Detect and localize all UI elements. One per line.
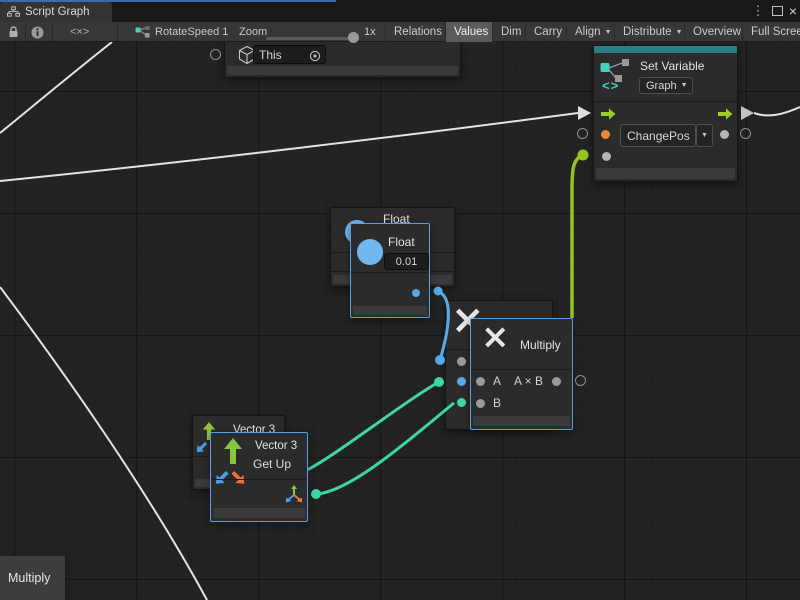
vector3-output-port[interactable] — [285, 485, 303, 503]
float-value-input[interactable]: 0.01 — [384, 253, 429, 270]
input-port-a[interactable] — [476, 377, 485, 386]
toolbar-button-align[interactable]: Align▼ — [566, 22, 614, 42]
node-separator — [594, 101, 737, 102]
node-footer — [473, 416, 570, 426]
vector3-left-arrow-icon — [195, 441, 208, 454]
variable-name-port[interactable] — [601, 130, 610, 139]
chevron-down-icon: ▼ — [681, 82, 688, 89]
graph-name-label: RotateSpeed 1 — [155, 22, 228, 42]
node-multiply[interactable]: × Multiply A A × B B — [470, 318, 573, 430]
variable-select-dropdown[interactable]: ChangePos — [620, 124, 696, 147]
graph-tab-icon — [7, 6, 20, 18]
variable-kind-dropdown[interactable]: Graph ▼ — [639, 77, 693, 94]
node-subtitle: Get Up — [253, 457, 291, 471]
code-brackets-icon: <> — [602, 78, 619, 93]
value-input-port[interactable] — [602, 152, 611, 161]
toolbar-button-carry[interactable]: Carry — [525, 22, 566, 42]
control-output-port[interactable] — [718, 108, 733, 120]
api-toggle-button[interactable]: <×> — [70, 22, 89, 42]
unconnected-port-ring[interactable] — [740, 128, 751, 139]
toolbar-separator — [25, 23, 26, 41]
toolbar-button-full-screen[interactable]: Full Screen — [742, 22, 800, 42]
window-close-button[interactable]: × — [786, 0, 800, 22]
maximize-icon — [772, 6, 783, 16]
input-port-b[interactable] — [476, 399, 485, 408]
variable-output-port[interactable] — [720, 130, 729, 139]
kebab-menu-icon: ⋮ — [752, 3, 765, 19]
toolbar-button-dim[interactable]: Dim — [492, 22, 525, 42]
toolbar-button-values[interactable]: Values — [445, 22, 492, 42]
chevron-down-icon: ▼ — [605, 29, 612, 36]
tab-script-graph[interactable]: Script Graph — [0, 2, 112, 22]
window-maximize-button[interactable] — [768, 0, 786, 22]
multiply-back-port-connected-float[interactable] — [457, 377, 466, 386]
multiply-icon: × — [481, 317, 510, 357]
node-float[interactable]: Float 0.01 — [350, 223, 430, 318]
node-get-up[interactable]: Vector 3 Get Up — [210, 432, 308, 522]
toolbar-button-relations[interactable]: Relations — [385, 22, 445, 42]
toolbar-button-overview[interactable]: Overview — [684, 22, 742, 42]
node-footer — [596, 168, 735, 179]
toolbar-button-distribute[interactable]: Distribute▼ — [614, 22, 684, 42]
port-label-a-times-b: A × B — [514, 374, 543, 388]
lock-button[interactable] — [4, 22, 22, 42]
node-title: Set Variable — [640, 59, 704, 73]
multiply-back-port-a[interactable] — [457, 357, 466, 366]
node-separator — [351, 272, 429, 273]
chevron-down-icon: ▼ — [676, 29, 683, 36]
node-title: Float — [388, 235, 415, 249]
float-type-icon — [357, 239, 383, 265]
zoom-label: Zoom — [239, 22, 267, 42]
info-icon — [31, 26, 44, 39]
unconnected-port-ring[interactable] — [210, 49, 221, 60]
output-port[interactable] — [552, 377, 561, 386]
float-output-port[interactable] — [412, 289, 420, 297]
object-picker-icon[interactable] — [309, 50, 321, 62]
toolbar-separator — [52, 23, 53, 41]
graph-toolbar: <×> RotateSpeed 1 Zoom 1x Relations Valu… — [0, 22, 800, 42]
toolbar-separator — [117, 23, 118, 41]
node-this[interactable]: This — [224, 42, 461, 78]
node-set-variable[interactable]: <> Set Variable Graph ▼ ChangePos — [593, 45, 738, 182]
unity-script-graph-window: Script Graph ⋮ × <×> — [0, 0, 800, 600]
window-menu-button[interactable]: ⋮ — [750, 0, 766, 22]
chevron-down-icon: ▼ — [701, 132, 708, 139]
graph-canvas[interactable]: This <> Set Variable — [0, 42, 800, 600]
node-name-tooltip: Multiply — [0, 556, 65, 600]
port-label-a: A — [493, 374, 501, 388]
variable-select-caret-button[interactable]: ▼ — [696, 124, 713, 147]
multiply-back-port-connected-vector3[interactable] — [457, 398, 466, 407]
node-title: Vector 3 — [255, 440, 297, 452]
node-title: Multiply — [520, 338, 561, 352]
window-tab-bar: Script Graph ⋮ × — [0, 0, 800, 22]
this-object-field[interactable]: This — [253, 45, 326, 64]
tab-label: Script Graph — [25, 6, 90, 18]
graph-asset-icon — [133, 22, 151, 42]
control-input-port[interactable] — [601, 108, 616, 120]
variable-accent-bar — [594, 46, 737, 53]
node-footer — [213, 508, 305, 518]
node-separator — [471, 369, 572, 370]
zoom-slider-handle[interactable] — [348, 32, 359, 43]
node-separator — [211, 479, 307, 480]
lock-icon — [8, 26, 19, 38]
zoom-slider-track[interactable] — [266, 37, 356, 40]
node-footer — [227, 66, 458, 75]
node-footer — [353, 306, 427, 315]
info-button[interactable] — [28, 22, 46, 42]
port-label-b: B — [493, 396, 501, 410]
close-icon: × — [789, 3, 797, 19]
unconnected-port-ring[interactable] — [575, 375, 586, 386]
zoom-level-value: 1x — [364, 22, 376, 42]
unconnected-port-ring[interactable] — [577, 128, 588, 139]
